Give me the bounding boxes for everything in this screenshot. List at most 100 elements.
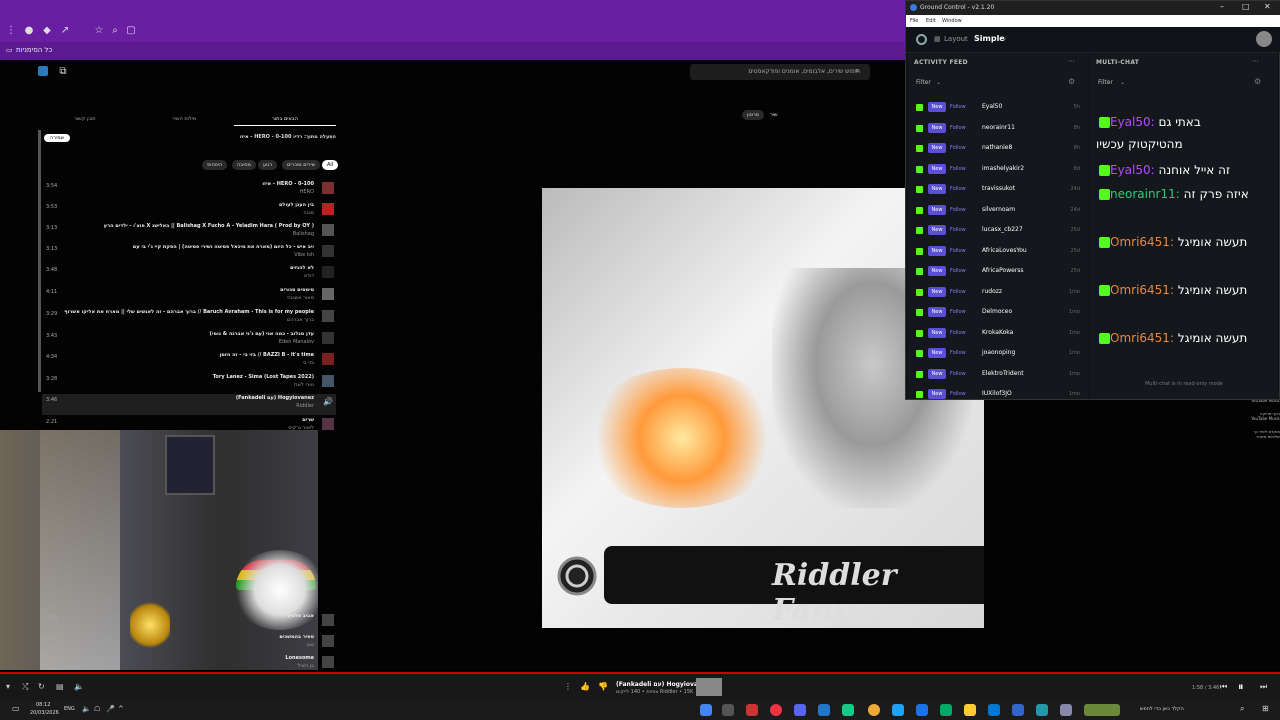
search-icon[interactable]: ⌕ <box>1240 704 1244 714</box>
taskbar-search[interactable]: הקלד כאן כדי לחפש <box>1140 706 1184 712</box>
tray-chevron-icon[interactable]: ^ <box>118 705 124 713</box>
chat-username[interactable]: Omri6451 <box>1110 235 1170 249</box>
feed-username[interactable]: ElektroTrident <box>982 369 1024 379</box>
repeat-icon[interactable]: ↻ <box>38 682 45 691</box>
bookmark-star-icon[interactable]: ☆ <box>92 24 106 38</box>
tab-lyrics[interactable]: מילות השיר <box>172 116 196 122</box>
feed-row[interactable]: New Follow AfricaLovesYou 25d <box>914 243 1080 261</box>
task-view-icon[interactable] <box>1060 704 1072 716</box>
feed-username[interactable]: rudozz <box>982 287 1002 297</box>
feed-username[interactable]: Eyal50 <box>982 102 1002 112</box>
search-input[interactable]: חיפוש שירים, אלבומים, אומנים ופודקאסטים <box>690 64 870 80</box>
chip-calm[interactable]: רגוע <box>258 160 278 170</box>
mic-icon[interactable]: 🎤 <box>106 705 115 713</box>
avatar[interactable] <box>1256 31 1272 47</box>
queue-icon[interactable]: ▤ <box>56 682 64 691</box>
close-icon[interactable]: ✕ <box>1264 2 1271 11</box>
shuffle-icon[interactable]: ⤮ <box>22 682 28 692</box>
like-icon[interactable]: 👍 <box>580 682 590 691</box>
widgets-icon[interactable] <box>1084 704 1120 716</box>
feed-username[interactable]: silvernoam <box>982 205 1015 215</box>
zoom-icon[interactable]: ⌕ <box>108 24 122 38</box>
queue-item[interactable]: בין הענן לעולם סגנה 3:53 <box>42 201 336 222</box>
feed-row[interactable]: New Follow rudozz 1mo <box>914 284 1080 302</box>
feed-row[interactable]: New Follow silvernoam 24d <box>914 202 1080 220</box>
toggle-song[interactable]: שיר <box>770 112 777 118</box>
feed-username[interactable]: AfricaLovesYou <box>982 246 1027 256</box>
feed-username[interactable]: travissukot <box>982 184 1015 194</box>
collapse-icon[interactable]: ▾ <box>6 682 10 691</box>
more-icon[interactable]: ⋮ <box>564 682 572 691</box>
maximize-icon[interactable]: □ <box>1242 2 1250 11</box>
app-icon[interactable] <box>868 704 880 716</box>
menu-edit[interactable]: Edit <box>926 18 936 24</box>
gear-icon[interactable]: ⚙ <box>1254 77 1261 86</box>
app-icon[interactable] <box>842 704 854 716</box>
chat-username[interactable]: Omri6451 <box>1110 283 1170 297</box>
menu-dots-icon[interactable]: ⋮ <box>4 24 18 38</box>
search-icon[interactable]: ⌕ <box>855 66 859 76</box>
window-titlebar[interactable]: Ground Control - v2.1.20 – □ ✕ <box>906 1 1280 15</box>
chat-filter[interactable]: Filter <box>1098 79 1113 86</box>
chat-username[interactable]: neorainr11 <box>1110 187 1176 201</box>
profile-icon[interactable]: ● <box>22 24 36 38</box>
chip-popular[interactable]: שירים מוכרים <box>282 160 321 170</box>
folder-icon[interactable] <box>964 704 976 716</box>
feed-username[interactable]: Delmoceo <box>982 307 1012 317</box>
chat-username[interactable]: Omri6451 <box>1110 331 1170 345</box>
chip-party[interactable]: מסיבה <box>232 160 256 170</box>
save-button[interactable]: שמירה <box>44 134 71 142</box>
feed-username[interactable]: IUXilof3JO <box>982 389 1012 399</box>
app-icon[interactable] <box>892 704 904 716</box>
feed-row[interactable]: New Follow Eyal50 5h <box>914 99 1080 117</box>
feed-username[interactable]: nathanie8 <box>982 143 1012 153</box>
menu-window[interactable]: Window <box>942 18 962 24</box>
queue-item[interactable]: Tory Lanez - Sima (Lost Tapes 2022) טורי … <box>42 373 336 394</box>
queue-item[interactable]: עדן מנלוב - כמה אני (עם ג'ני אברגה & נומ… <box>42 330 336 351</box>
chat-username[interactable]: Eyal50 <box>1110 163 1151 177</box>
feed-row[interactable]: New Follow nathanie8 8h <box>914 140 1080 158</box>
toggle-video[interactable]: סרטון <box>742 110 765 120</box>
feed-username[interactable]: KrokaKoka <box>982 328 1013 338</box>
chip-hiphop[interactable]: היפהופ <box>202 160 228 170</box>
queue-item[interactable]: BAZZI B - it's time // בזי בי - זה הזמן ב… <box>42 351 336 372</box>
feed-row[interactable]: New Follow KrokaKoka 1mo <box>914 325 1080 343</box>
app-icon[interactable] <box>38 66 48 76</box>
network-icon[interactable]: ☖ <box>94 705 100 713</box>
feed-row[interactable]: New Follow lucasx_cb227 25d <box>914 222 1080 240</box>
feed-username[interactable]: neorainr11 <box>982 123 1015 133</box>
feed-username[interactable]: AfricaPowerss <box>982 266 1024 276</box>
chevron-down-icon[interactable]: ⌄ <box>1120 79 1125 86</box>
queue-item[interactable]: Balishag X Fucho A - Yeladim Hara ( Prod… <box>42 222 336 243</box>
app-icon[interactable] <box>940 704 952 716</box>
cast-icon[interactable]: ⧉ <box>56 65 70 79</box>
feed-row[interactable]: New Follow AfricaPowerss 25d <box>914 263 1080 281</box>
dislike-icon[interactable]: 👎 <box>598 682 608 691</box>
next-icon[interactable]: ⏭ <box>1260 682 1267 692</box>
pause-icon[interactable]: ⏸ <box>1238 680 1244 694</box>
app-icon[interactable] <box>818 704 830 716</box>
discord-icon[interactable] <box>794 704 806 716</box>
app-icon[interactable] <box>1012 704 1024 716</box>
chip-all[interactable]: All <box>322 160 339 170</box>
app-icon[interactable] <box>700 704 712 716</box>
chrome-icon[interactable] <box>770 704 782 716</box>
queue-item[interactable]: לא להגזים דודא 3:48 <box>42 264 336 285</box>
feed-username[interactable]: lucasx_cb227 <box>982 225 1023 235</box>
more-options-icon[interactable]: ⋯ <box>1068 57 1075 65</box>
queue-item[interactable]: ספיר בהמשכים שוב 4:52 <box>42 633 336 654</box>
feed-row[interactable]: New Follow travissukot 24d <box>914 181 1080 199</box>
menu-file[interactable]: File <box>910 18 918 24</box>
feed-username[interactable]: joaonoping <box>982 348 1015 358</box>
extension-icon[interactable]: ◆ <box>40 24 54 38</box>
feed-row[interactable]: New Follow joaonoping 1mo <box>914 345 1080 363</box>
start-icon[interactable]: ⊞ <box>1262 704 1269 713</box>
store-icon[interactable] <box>988 704 1000 716</box>
feed-row[interactable]: New Follow ElektroTrident 1mo <box>914 366 1080 384</box>
feed-row[interactable]: New Follow imashelyakir2 8d <box>914 161 1080 179</box>
chevron-down-icon[interactable]: ⌄ <box>1002 35 1007 42</box>
chat-username[interactable]: Eyal50 <box>1110 115 1151 129</box>
activity-filter[interactable]: Filter <box>916 79 931 86</box>
queue-item[interactable]: HERO - 0-100 - איזו HERO 3:54 <box>42 180 336 201</box>
queue-item[interactable]: ויב איש - כל היום (מארח את מיכאל פסיטה ו… <box>42 243 336 264</box>
